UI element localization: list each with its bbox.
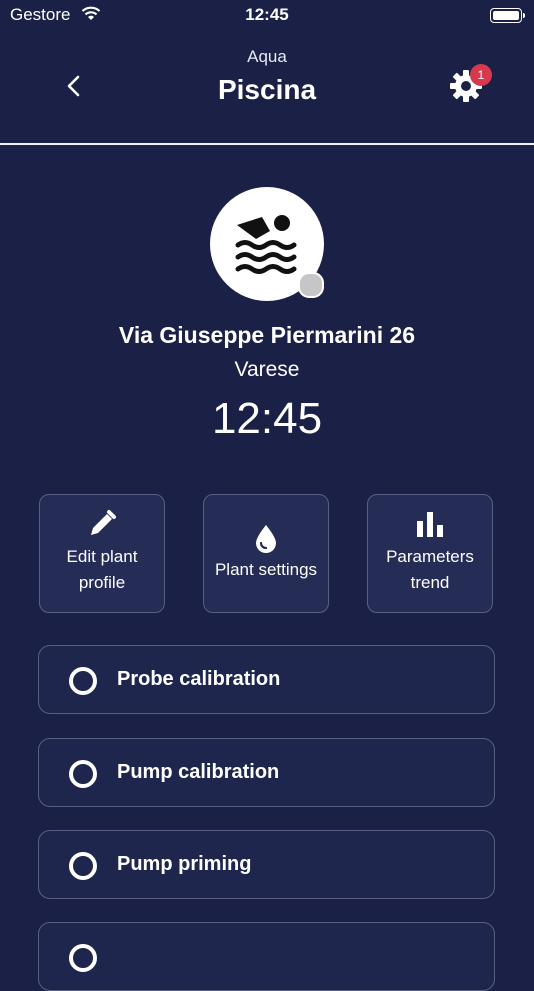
- plant-settings-button[interactable]: Plant settings: [203, 494, 329, 613]
- plant-city: Varese: [234, 358, 300, 381]
- tile-label: Parameters trend: [386, 547, 474, 592]
- status-bar: Gestore 12:45: [0, 0, 534, 30]
- tile-label: Plant settings: [214, 560, 318, 579]
- action-label: Probe calibration: [117, 668, 281, 690]
- battery-icon: [490, 8, 525, 23]
- radio-circle-icon: [69, 760, 97, 788]
- radio-circle-icon: [69, 852, 97, 880]
- nav-bar: Aqua Piscina 1: [0, 40, 534, 143]
- drop-icon: [256, 525, 276, 553]
- action-label: Pump priming: [117, 853, 252, 875]
- probe-calibration-button[interactable]: Probe calibration: [38, 645, 495, 714]
- plant-local-time: 12:45: [211, 394, 323, 443]
- radio-circle-icon: [69, 944, 97, 972]
- notification-badge: 1: [470, 64, 492, 86]
- pump-priming-button[interactable]: Pump priming: [38, 830, 495, 899]
- status-indicator: [298, 272, 324, 298]
- tile-label: Edit plant profile: [66, 547, 138, 592]
- header-divider: [0, 143, 534, 145]
- list-item[interactable]: [38, 922, 495, 991]
- plant-address: Via Giuseppe Piermarini 26: [118, 322, 416, 348]
- edit-plant-profile-button[interactable]: Edit plant profile: [39, 494, 165, 613]
- radio-circle-icon: [69, 667, 97, 695]
- page-subtitle: Aqua: [247, 47, 287, 66]
- bar-chart-icon: [417, 512, 443, 537]
- action-label: Pump calibration: [117, 761, 280, 783]
- parameters-trend-button[interactable]: Parameters trend: [367, 494, 493, 613]
- pump-calibration-button[interactable]: Pump calibration: [38, 738, 495, 807]
- pencil-icon: [91, 510, 116, 535]
- status-clock: 12:45: [245, 5, 289, 24]
